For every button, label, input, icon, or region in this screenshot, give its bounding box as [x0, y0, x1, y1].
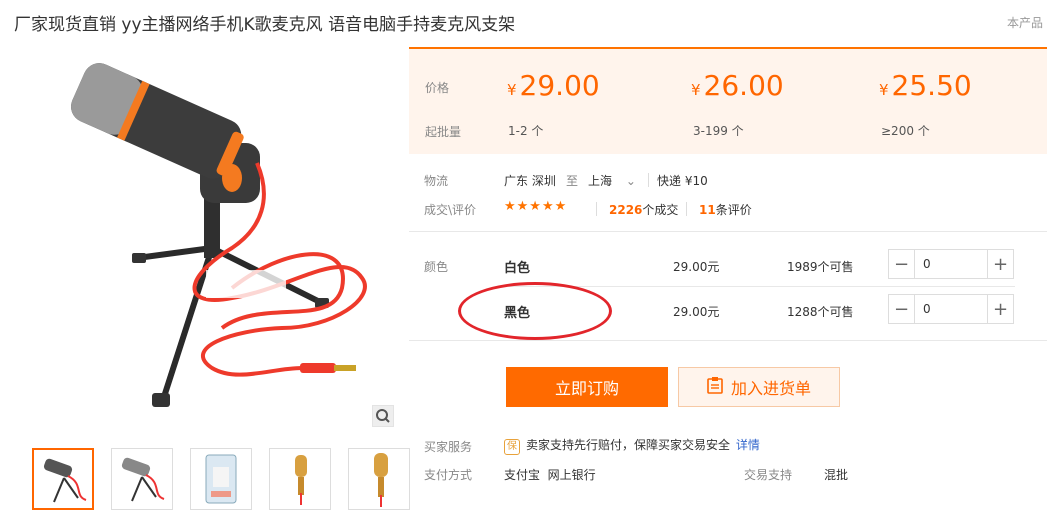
trade-support-label: 交易支持 — [744, 468, 793, 482]
add-to-cart-button[interactable]: 加入进货单 — [678, 367, 840, 407]
price-tier-1: ¥29.00 — [507, 69, 600, 102]
minus-button[interactable]: − — [889, 250, 915, 278]
annotation-circle — [458, 282, 612, 340]
plus-button[interactable]: + — [987, 295, 1013, 323]
divider — [596, 202, 597, 216]
logistics-label: 物流 — [424, 174, 449, 188]
guarantee-row: 保卖家支持先行赔付，保障买家交易安全 详情 — [504, 436, 760, 455]
thumbnail-strip — [32, 448, 410, 510]
plus-button[interactable]: + — [987, 250, 1013, 278]
deal-count[interactable]: 2226个成交 — [609, 201, 678, 218]
quantity-stepper[interactable]: − 0 + — [888, 249, 1014, 279]
divider — [686, 202, 687, 216]
main-product-image[interactable] — [32, 48, 394, 430]
quantity-input[interactable]: 0 — [915, 295, 987, 323]
separator — [409, 340, 1047, 341]
corner-link[interactable]: 本产品 — [1007, 14, 1043, 31]
clipboard-icon — [707, 376, 723, 398]
divider — [648, 173, 649, 187]
service-label: 买家服务 — [424, 440, 473, 454]
thumbnail-2[interactable] — [111, 448, 173, 510]
qty-tier-1: 1-2 个 — [508, 124, 544, 138]
payment-methods: 支付宝 网上银行 — [504, 468, 596, 482]
price-label: 价格 — [425, 81, 450, 95]
price-tier-3: ¥25.50 — [879, 69, 972, 102]
logistics-destination[interactable]: 上海 ⌄ — [588, 172, 636, 189]
sku-price: 29.00元 — [673, 260, 720, 274]
minus-button[interactable]: − — [889, 295, 915, 323]
thumbnail-5[interactable] — [348, 448, 410, 510]
zoom-icon[interactable] — [372, 405, 394, 427]
chevron-down-icon[interactable]: ⌄ — [626, 174, 636, 188]
color-label: 颜色 — [424, 260, 449, 274]
sku-name-white: 白色 — [504, 261, 531, 276]
detail-link[interactable]: 详情 — [736, 438, 760, 452]
guarantee-badge-icon: 保 — [504, 439, 520, 455]
sku-stock: 1288个可售 — [787, 305, 854, 319]
page-title: 厂家现货直销 yy主播网络手机K歌麦克风 语音电脑手持麦克风支架 — [14, 15, 516, 35]
add-to-cart-label: 加入进货单 — [730, 379, 811, 398]
logistics-from: 广东 深圳 — [504, 174, 556, 188]
separator — [409, 231, 1047, 232]
sku-price: 29.00元 — [673, 305, 720, 319]
thumbnail-4[interactable] — [269, 448, 331, 510]
thumbnail-1[interactable] — [32, 448, 94, 510]
qty-label: 起批量 — [425, 125, 462, 139]
rating-stars-icon: ★★★★★ — [504, 199, 568, 214]
sku-stock: 1989个可售 — [787, 260, 854, 274]
qty-tier-2: 3-199 个 — [693, 124, 744, 138]
buy-now-button[interactable]: 立即订购 — [506, 367, 668, 407]
quantity-stepper[interactable]: − 0 + — [888, 294, 1014, 324]
logistics-to-word: 至 — [566, 174, 579, 188]
review-count[interactable]: 11条评价 — [699, 201, 752, 218]
quantity-input[interactable]: 0 — [915, 250, 987, 278]
price-tier-2: ¥26.00 — [691, 69, 784, 102]
trade-support-value: 混批 — [824, 468, 849, 482]
price-panel: 价格 起批量 ¥29.00 1-2 个 ¥26.00 3-199 个 ¥25.5… — [409, 47, 1047, 154]
qty-tier-3: ≥200 个 — [881, 124, 930, 138]
deals-label: 成交\评价 — [424, 203, 477, 217]
payment-label: 支付方式 — [424, 468, 473, 482]
shipping-fee: 快递 ¥10 — [657, 174, 708, 188]
thumbnail-3[interactable] — [190, 448, 252, 510]
